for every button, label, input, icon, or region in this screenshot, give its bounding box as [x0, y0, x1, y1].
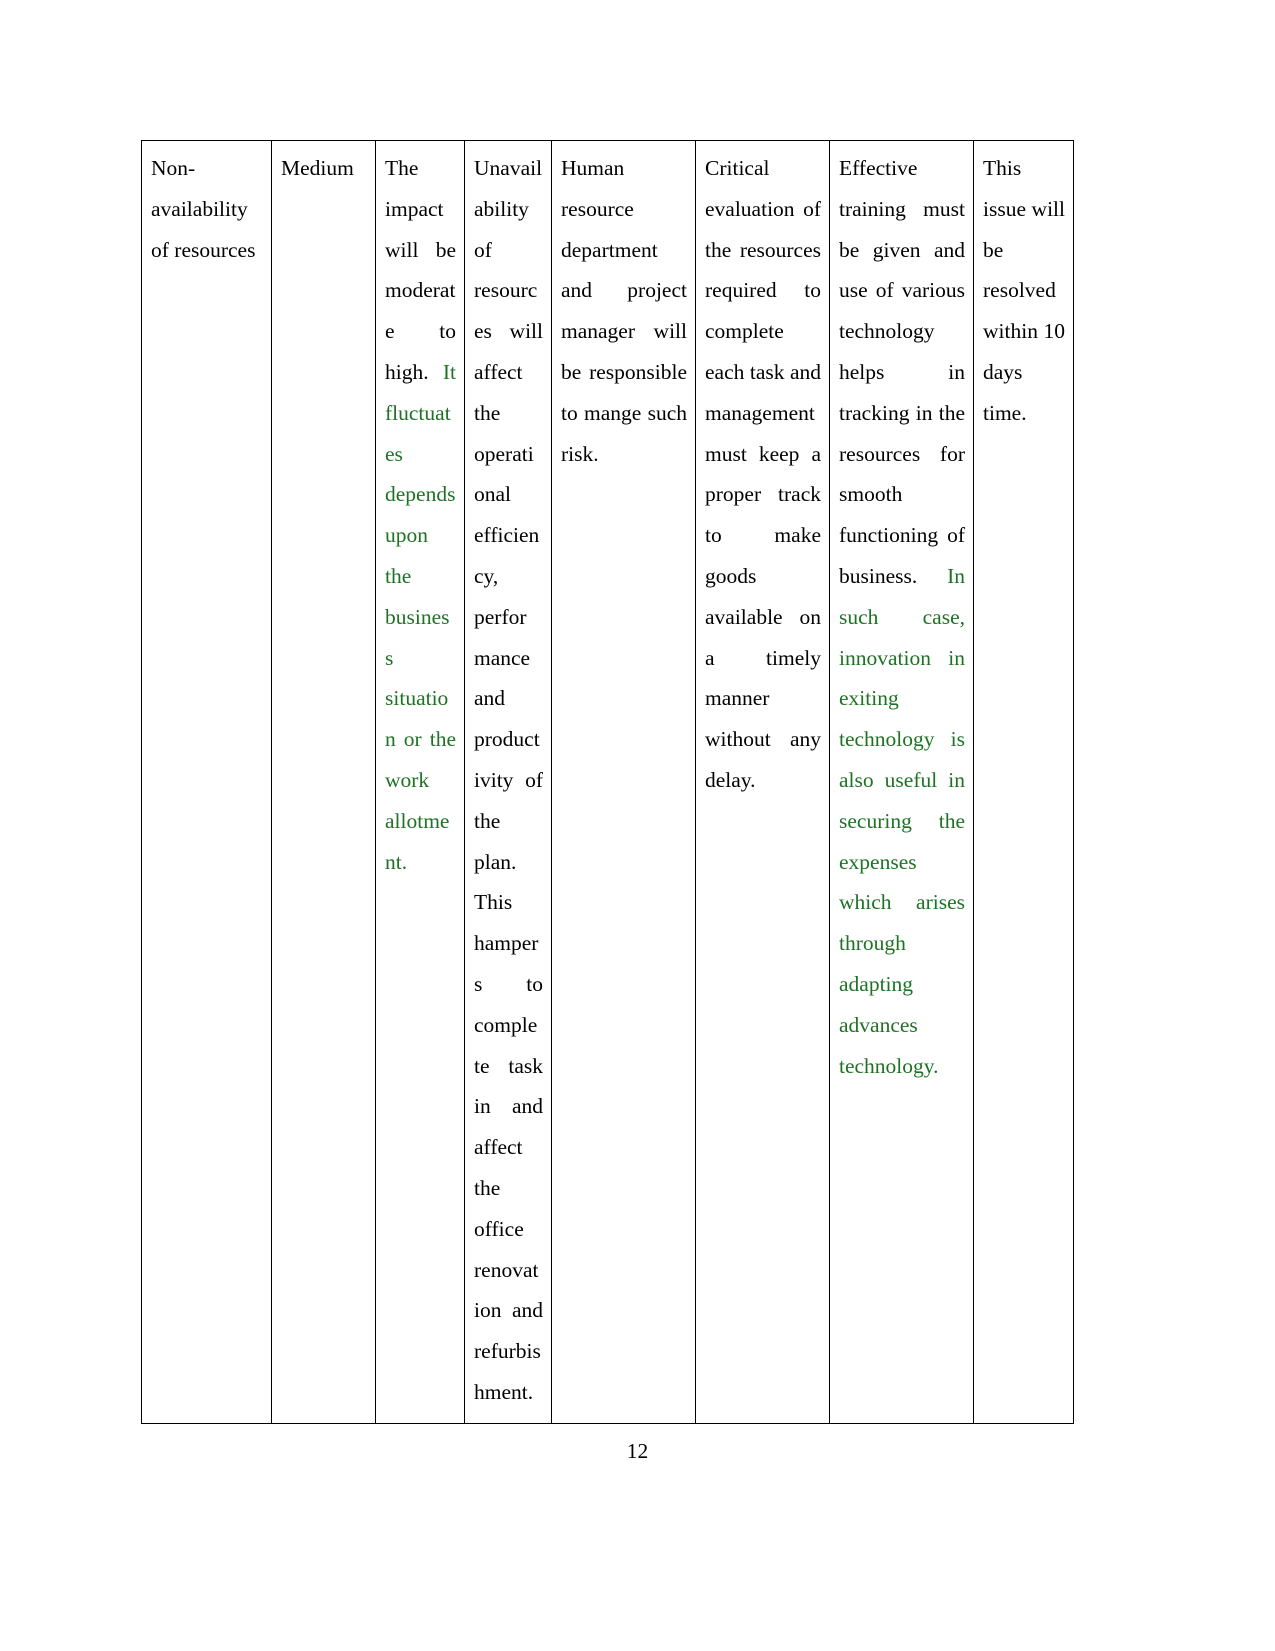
effect-text: Unavailability of resources will affect …	[474, 156, 543, 1404]
impact-text-revision: It fluctuates depends upon the business …	[385, 359, 456, 874]
impact-text: The impact will be moderate to high. It …	[385, 148, 456, 882]
impact-text-original: The impact will be moderate to high.	[385, 156, 456, 384]
document-page: Non-availability of resources Medium The…	[0, 0, 1275, 1651]
action-text-revision: In such case, innovation in exiting tech…	[839, 563, 965, 1078]
cell-action: Effective training must be given and use…	[829, 140, 974, 1424]
cell-effect: Unavailability of resources will affect …	[464, 140, 552, 1424]
mitigation-text: Critical evaluation of the resources req…	[705, 156, 821, 792]
cell-mitigation: Critical evaluation of the resources req…	[695, 140, 830, 1424]
cell-timeline: This issue will be resolved within 10 da…	[973, 140, 1074, 1424]
table-row: Non-availability of resources Medium The…	[141, 140, 1074, 1424]
cell-risk-level: Medium	[271, 140, 376, 1424]
cell-risk: Non-availability of resources	[141, 140, 272, 1424]
action-text: Effective training must be given and use…	[839, 148, 965, 1086]
risk-level-text: Medium	[281, 156, 354, 180]
cell-impact: The impact will be moderate to high. It …	[375, 140, 465, 1424]
owner-text: Human resource department and project ma…	[561, 156, 687, 466]
risk-text: Non-availability of resources	[151, 156, 256, 262]
page-number: 12	[626, 1439, 649, 1463]
cell-owner: Human resource department and project ma…	[551, 140, 696, 1424]
action-text-original: Effective training must be given and use…	[839, 156, 965, 588]
timeline-text: This issue will be resolved within 10 da…	[983, 156, 1065, 425]
risk-register-table: Non-availability of resources Medium The…	[141, 140, 1074, 1424]
